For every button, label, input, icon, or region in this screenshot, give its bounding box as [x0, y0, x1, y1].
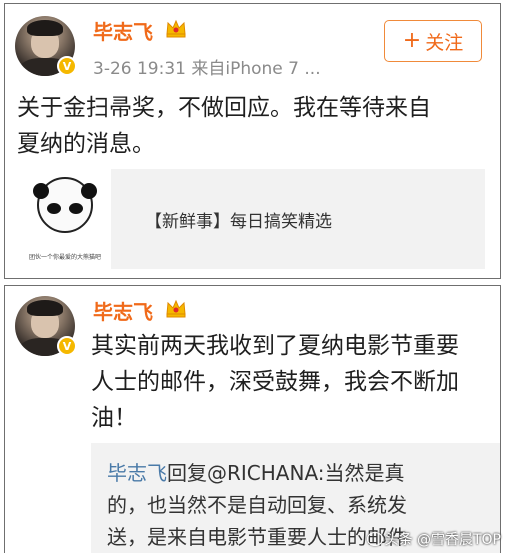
weibo-post-card-2: V 毕志飞 其实前两天我收到了夏纳电影节重要 人士的邮件，深受鼓舞，我会不断加 …	[4, 285, 501, 553]
post-body-text: 其实前两天我收到了夏纳电影节重要 人士的邮件，深受鼓舞，我会不断加 油！	[91, 328, 459, 436]
panda-meme-thumbnail: 团伙一个你最爱的大熊猫吧	[19, 169, 111, 269]
toutiao-logo-icon	[366, 532, 383, 546]
panda-ear-shape	[81, 183, 97, 199]
toutiao-watermark: 头条 @雪香晨TOP	[366, 529, 501, 549]
plus-icon: +	[402, 28, 422, 53]
reply-line-text: 回复@RICHANA:当然是真	[167, 461, 405, 485]
post-text-line: 关于金扫帚奖，不做回应。我在等待来自	[17, 95, 431, 121]
avatar-hair-shape	[27, 20, 63, 36]
post-text-line: 其实前两天我收到了夏纳电影节重要	[91, 333, 459, 359]
avatar-hair-shape	[27, 300, 63, 316]
panda-eye-shape	[69, 203, 83, 214]
reply-username-link[interactable]: 毕志飞	[107, 461, 167, 485]
post-username[interactable]: 毕志飞	[93, 296, 153, 325]
shared-card-title: 【新鲜事】每日搞笑精选	[145, 211, 332, 232]
verified-v-icon: V	[57, 56, 77, 76]
follow-button-label: 关注	[425, 31, 464, 54]
panda-head-icon	[33, 177, 97, 233]
weibo-post-card-1: V 毕志飞 3-26 19:31 来自iPhone 7 ... + 关注 关于金…	[4, 3, 501, 279]
post-text-line: 夏纳的消息。	[17, 131, 155, 157]
thumbnail-caption: 团伙一个你最爱的大熊猫吧	[28, 254, 101, 261]
post-body-text: 关于金扫帚奖，不做回应。我在等待来自 夏纳的消息。	[17, 90, 431, 162]
post-text-line: 人士的邮件，深受鼓舞，我会不断加	[91, 369, 459, 395]
reply-line: 毕志飞回复@RICHANA:当然是真	[107, 457, 487, 489]
post-timestamp-source: 3-26 19:31 来自iPhone 7 ...	[93, 59, 321, 79]
post-username[interactable]: 毕志飞	[93, 16, 153, 45]
panda-eye-shape	[47, 203, 61, 214]
panda-ear-shape	[33, 183, 49, 199]
verified-v-icon: V	[57, 336, 77, 356]
reply-line: 的，也当然不是自动回复、系统发	[107, 493, 407, 517]
shared-link-card[interactable]: 团伙一个你最爱的大熊猫吧 【新鲜事】每日搞笑精选	[19, 169, 485, 269]
watermark-text: 头条 @雪香晨TOP	[384, 532, 501, 548]
follow-button[interactable]: + 关注	[384, 20, 482, 62]
vip-crown-icon	[166, 19, 186, 38]
vip-crown-icon	[166, 299, 186, 318]
post-text-line: 油！	[91, 405, 137, 431]
